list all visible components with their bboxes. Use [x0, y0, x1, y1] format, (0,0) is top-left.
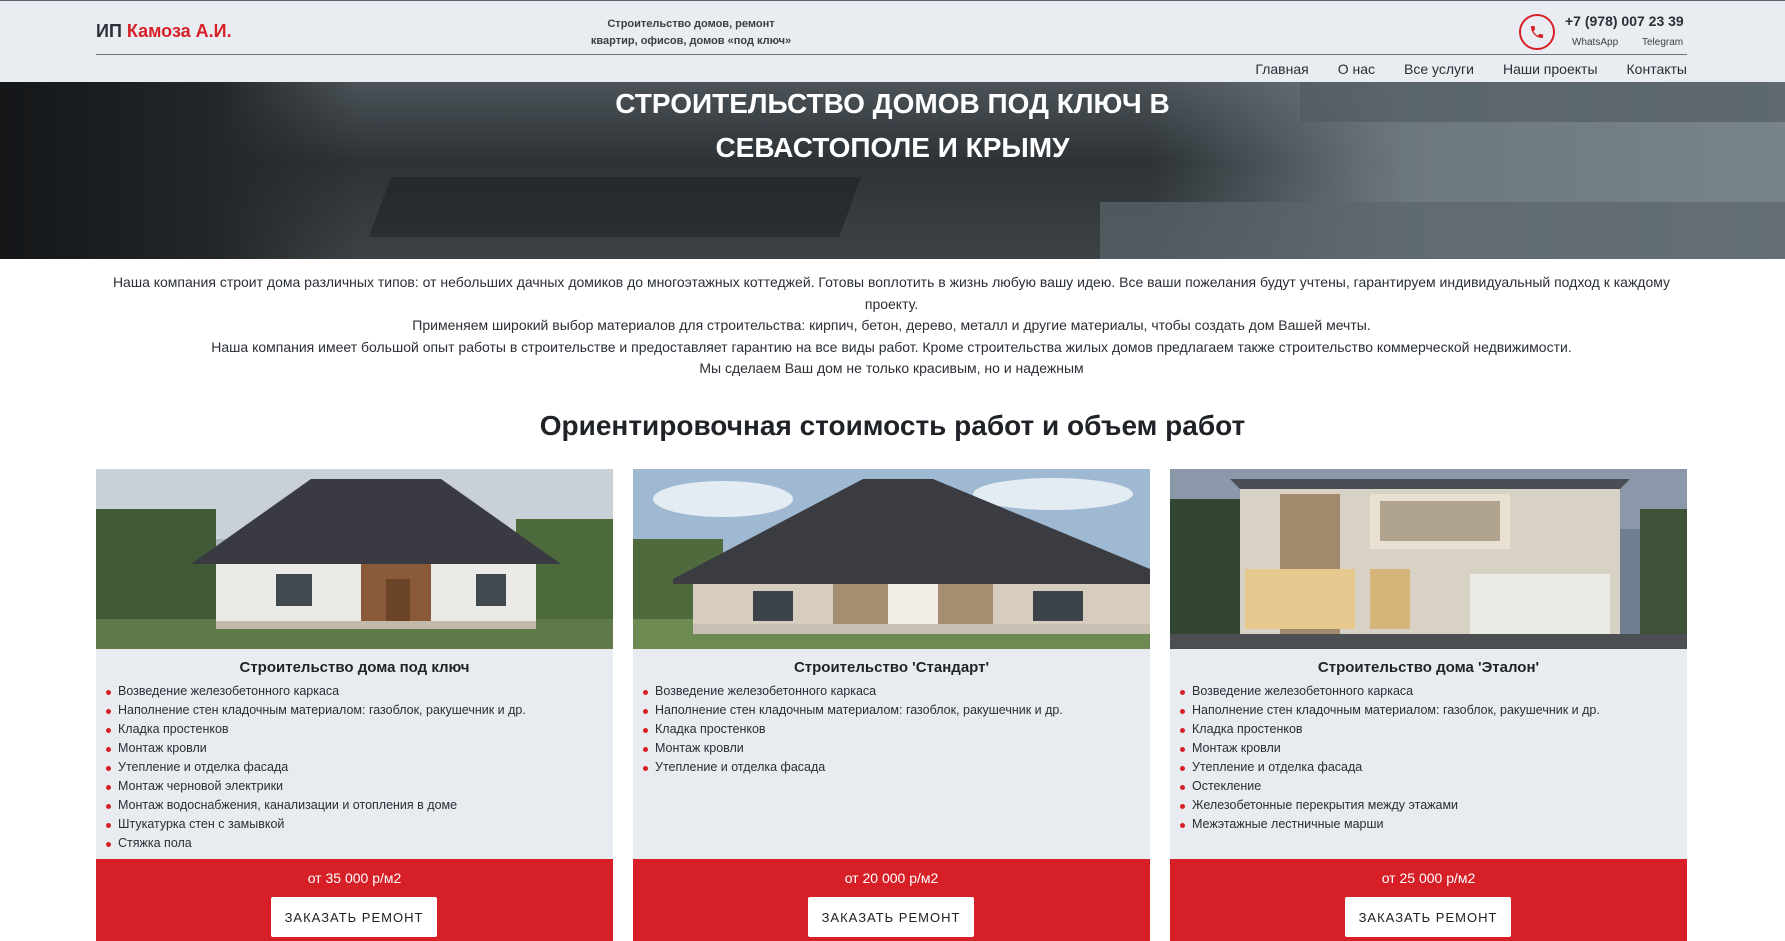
site-header: ИП Камоза А.И. Строительство домов, ремо… [0, 0, 1785, 82]
nav-item-home[interactable]: Главная [1255, 59, 1308, 79]
list-item: Монтаж водоснабжения, канализации и отоп… [106, 796, 526, 815]
list-item: Кладка простенков [643, 720, 1063, 739]
house-illustration [633, 469, 1150, 649]
card-title: Строительство дома под ключ [239, 659, 470, 676]
nav-item-contacts[interactable]: Контакты [1627, 59, 1687, 79]
house-illustration [96, 469, 613, 649]
list-item: Железобетонные перекрытия между этажами [1180, 796, 1600, 815]
phone-number[interactable]: +7 (978) 007 23 39 [1565, 13, 1684, 29]
phone-glyph [1531, 26, 1543, 38]
tagline-line-2: квартир, офисов, домов «под ключ» [590, 35, 792, 47]
order-button[interactable]: ЗАКАЗАТЬ РЕМОНТ [1345, 897, 1511, 937]
card-work-list: Возведение железобетонного каркаса Напол… [643, 682, 1063, 777]
card-work-list: Возведение железобетонного каркаса Напол… [1180, 682, 1600, 834]
list-item: Кладка простенков [106, 720, 526, 739]
intro-paragraph: Мы сделаем Ваш дом не только красивым, н… [699, 360, 1084, 376]
whatsapp-link[interactable]: WhatsApp [1572, 37, 1618, 48]
house-photo [633, 469, 1150, 649]
card-title: Строительство дома 'Эталон' [1317, 659, 1540, 676]
list-item: Утепление и отделка фасада [1180, 758, 1600, 777]
list-item: Кладка простенков [1180, 720, 1600, 739]
list-item: Монтаж кровли [106, 739, 526, 758]
nav-item-about[interactable]: О нас [1338, 59, 1375, 79]
hero-title-line-1: СТРОИТЕЛЬСТВО ДОМОВ ПОД КЛЮЧ В [615, 88, 1170, 119]
tagline-line-1: Строительство домов, ремонт [607, 18, 775, 30]
order-button[interactable]: ЗАКАЗАТЬ РЕМОНТ [808, 897, 974, 937]
site-logo[interactable]: ИП Камоза А.И. [96, 21, 232, 42]
card-title: Строительство 'Стандарт' [793, 659, 990, 676]
card-price: от 25 000 р/м2 [1381, 870, 1476, 886]
list-item: Монтаж кровли [643, 739, 1063, 758]
main-nav: Главная О нас Все услуги Наши проекты Ко… [1226, 59, 1687, 79]
hero-title-line-2: СЕВАСТОПОЛЕ И КРЫМУ [715, 132, 1070, 163]
intro-paragraph: Наша компания строит дома различных типо… [112, 274, 1671, 312]
header-divider [96, 54, 1687, 55]
hero-title: СТРОИТЕЛЬСТВО ДОМОВ ПОД КЛЮЧ В СЕВАСТОПО… [0, 82, 1785, 170]
order-button[interactable]: ЗАКАЗАТЬ РЕМОНТ [271, 897, 437, 937]
phone-icon[interactable] [1519, 14, 1555, 50]
pricing-card: Строительство дома 'Эталон' Возведение ж… [1170, 469, 1687, 941]
intro-text: Наша компания строит дома различных типо… [96, 272, 1687, 380]
list-item: Межэтажные лестничные марши [1180, 815, 1600, 834]
card-price: от 35 000 р/м2 [307, 870, 402, 886]
list-item: Штукатурка стен с замывкой [106, 815, 526, 834]
list-item: Стяжка пола [106, 834, 526, 853]
intro-paragraph: Применяем широкий выбор материалов для с… [412, 317, 1371, 333]
house-illustration [1170, 469, 1687, 649]
list-item: Возведение железобетонного каркаса [106, 682, 526, 701]
header-tagline: Строительство домов, ремонт квартир, офи… [578, 16, 804, 50]
header-container: ИП Камоза А.И. Строительство домов, ремо… [96, 1, 1687, 83]
hero-bg-desk [369, 177, 861, 237]
card-price: от 20 000 р/м2 [844, 870, 939, 886]
list-item: Наполнение стен кладочным материалом: га… [643, 701, 1063, 720]
list-item: Утепление и отделка фасада [106, 758, 526, 777]
card-footer: от 25 000 р/м2 ЗАКАЗАТЬ РЕМОНТ [1170, 859, 1687, 941]
list-item: Остекление [1180, 777, 1600, 796]
house-photo [1170, 469, 1687, 649]
logo-prefix: ИП [96, 21, 122, 41]
pricing-cards: Строительство дома под ключ Возведение ж… [96, 469, 1687, 941]
list-item: Возведение железобетонного каркаса [1180, 682, 1600, 701]
section-title: Ориентировочная стоимость работ и объем … [539, 410, 1246, 441]
list-item: Монтаж кровли [1180, 739, 1600, 758]
list-item: Возведение железобетонного каркаса [643, 682, 1063, 701]
nav-item-projects[interactable]: Наши проекты [1503, 59, 1598, 79]
list-item: Утепление и отделка фасада [643, 758, 1063, 777]
list-item: Наполнение стен кладочным материалом: га… [1180, 701, 1600, 720]
card-footer: от 20 000 р/м2 ЗАКАЗАТЬ РЕМОНТ [633, 859, 1150, 941]
logo-name: Камоза А.И. [126, 21, 232, 41]
pricing-card: Строительство дома под ключ Возведение ж… [96, 469, 613, 941]
pricing-card: Строительство 'Стандарт' Возведение желе… [633, 469, 1150, 941]
hero-banner: СТРОИТЕЛЬСТВО ДОМОВ ПОД КЛЮЧ В СЕВАСТОПО… [0, 82, 1785, 259]
card-footer: от 35 000 р/м2 ЗАКАЗАТЬ РЕМОНТ [96, 859, 613, 941]
nav-item-services[interactable]: Все услуги [1404, 59, 1474, 79]
hero-bg-table [1100, 202, 1785, 259]
house-photo [96, 469, 613, 649]
card-work-list: Возведение железобетонного каркаса Напол… [106, 682, 526, 853]
telegram-link[interactable]: Telegram [1642, 37, 1683, 48]
intro-paragraph: Наша компания имеет большой опыт работы … [211, 338, 1572, 355]
list-item: Монтаж черновой электрики [106, 777, 526, 796]
list-item: Наполнение стен кладочным материалом: га… [106, 701, 526, 720]
